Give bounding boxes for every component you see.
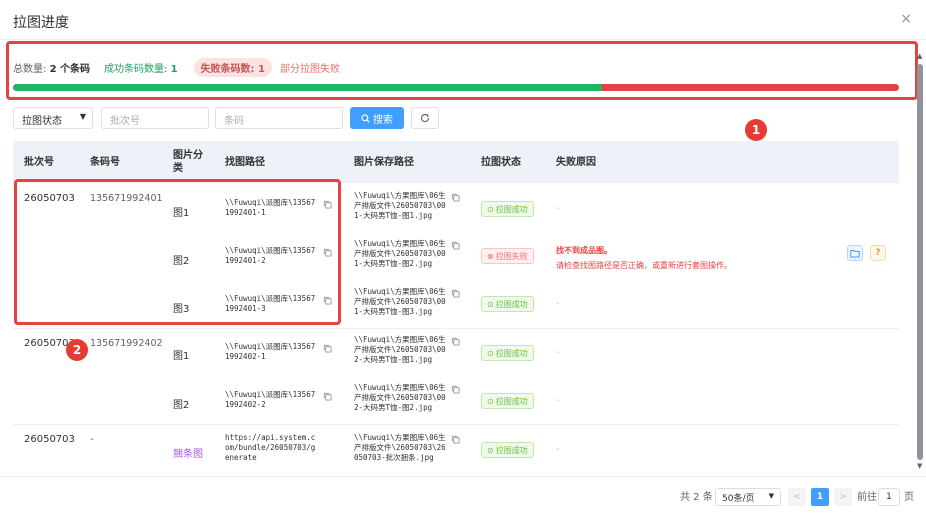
- copy-icon[interactable]: [323, 392, 332, 401]
- find-path-cell: https://api.system.c om/bundle/26050703/g…: [225, 433, 316, 462]
- reason-cell: -: [556, 203, 560, 214]
- th-find-path: 找图路径: [225, 156, 265, 168]
- check-circle-icon: ⊙: [487, 348, 494, 358]
- search-icon: [361, 113, 370, 123]
- status-tag: ⊙ 拉图成功: [481, 201, 534, 217]
- find-path-cell: \\Fuwuqi\派图库\13567 1992402-1: [225, 342, 316, 361]
- goto-label: 前往: [857, 492, 877, 503]
- th-barcode: 条码号: [90, 156, 120, 168]
- category-cell: 图2: [173, 400, 190, 411]
- barcode-cell: 135671992402: [90, 338, 163, 349]
- help-icon[interactable]: ?: [870, 245, 886, 261]
- reason-cell: -: [556, 395, 560, 406]
- batch-input[interactable]: 批次号: [101, 107, 209, 129]
- highlight-box-2: [14, 179, 341, 325]
- marker-badge-1: 1: [745, 119, 767, 141]
- barcode-cell: -: [90, 434, 94, 445]
- save-path-cell: \\Fuwuqi\方果图库\06生 产排版文件\26050703\00 1-大码男T…: [354, 239, 446, 268]
- scroll-down-icon[interactable]: ▼: [917, 462, 922, 470]
- category-cell: 捆条图: [173, 449, 203, 460]
- dialog-header: 拉图进度 ×: [0, 0, 926, 40]
- search-button[interactable]: 搜索: [350, 107, 404, 129]
- save-path-cell: \\Fuwuqi\方果图库\06生 产排版文件\26050703\00 1-大码男T…: [354, 191, 446, 220]
- copy-icon[interactable]: [451, 289, 460, 298]
- batch-cell: 26050703: [24, 434, 75, 445]
- fail-reason-desc: 请检查找图路径是否正确，或重新进行套图操作。: [556, 261, 732, 270]
- th-reason: 失败原因: [556, 156, 596, 168]
- refresh-button[interactable]: [411, 107, 439, 129]
- copy-icon[interactable]: [451, 337, 460, 346]
- table-header: 批次号 条码号 图片分类 找图路径 图片保存路径 拉图状态 失败原因: [13, 141, 899, 183]
- pagination: 共 2 条 50条/页 ▼ < 1 > 前往 1 页: [0, 476, 926, 515]
- prev-page-button[interactable]: <: [788, 488, 806, 506]
- copy-icon[interactable]: [323, 344, 332, 353]
- copy-icon[interactable]: [451, 385, 460, 394]
- chevron-down-icon: ▼: [768, 492, 774, 500]
- next-page-button[interactable]: >: [834, 488, 852, 506]
- page-size-select[interactable]: 50条/页 ▼: [715, 488, 781, 506]
- close-icon[interactable]: ×: [900, 11, 912, 27]
- save-path-cell: \\Fuwuqi\方果图库\06生 产排版文件\26050703\26 050703…: [354, 433, 446, 462]
- status-tag: ⊙ 拉图成功: [481, 442, 534, 458]
- th-category: 图片分类: [173, 150, 203, 174]
- x-circle-icon: ⊗: [487, 251, 494, 261]
- refresh-icon: [421, 113, 430, 123]
- copy-icon[interactable]: [451, 193, 460, 202]
- scroll-up-icon[interactable]: ▲: [917, 52, 922, 60]
- fail-reason-title: 找不到成品图。: [556, 246, 612, 255]
- status-tag: ⊙ 拉图成功: [481, 345, 534, 361]
- status-select[interactable]: 拉图状态 ▼: [13, 107, 93, 129]
- reason-cell: -: [556, 444, 560, 455]
- folder-icon: [850, 249, 860, 257]
- save-path-cell: \\Fuwuqi\方果图库\06生 产排版文件\26050703\00 1-大码男T…: [354, 287, 446, 316]
- save-path-cell: \\Fuwuqi\方果图库\06生 产排版文件\26050703\00 2-大码男T…: [354, 383, 446, 412]
- find-path-cell: \\Fuwuqi\派图库\13567 1992402-2: [225, 390, 316, 409]
- pull-progress-dialog: 拉图进度 × 总数量: 2 个条码 成功条码数量: 1 失败条码数: 1 部分拉…: [0, 0, 926, 515]
- chevron-down-icon: ▼: [79, 112, 86, 121]
- status-tag: ⊙ 拉图成功: [481, 393, 534, 409]
- scrollbar[interactable]: ▲ ▼: [917, 48, 923, 474]
- save-path-cell: \\Fuwuqi\方果图库\06生 产排版文件\26050703\00 2-大码男T…: [354, 335, 446, 364]
- check-circle-icon: ⊙: [487, 445, 494, 455]
- th-save-path: 图片保存路径: [354, 156, 414, 168]
- th-batch: 批次号: [24, 156, 54, 168]
- highlight-box-1: [6, 41, 918, 100]
- page-1-button[interactable]: 1: [811, 488, 829, 506]
- status-tag: ⊙ 拉图成功: [481, 296, 534, 312]
- category-cell: 图1: [173, 351, 190, 362]
- copy-icon[interactable]: [451, 435, 460, 444]
- total-count: 共 2 条: [680, 492, 713, 503]
- reason-cell: -: [556, 298, 560, 309]
- dialog-title: 拉图进度: [13, 15, 69, 31]
- page-unit: 页: [904, 492, 914, 503]
- open-folder-button[interactable]: [847, 245, 863, 261]
- th-status: 拉图状态: [481, 156, 521, 168]
- marker-badge-2: 2: [66, 339, 88, 361]
- scrollbar-thumb[interactable]: [917, 64, 923, 460]
- status-select-value: 拉图状态: [22, 116, 62, 127]
- goto-page-input[interactable]: 1: [878, 488, 900, 506]
- check-circle-icon: ⊙: [487, 299, 494, 309]
- check-circle-icon: ⊙: [487, 204, 494, 214]
- search-label: 搜索: [373, 114, 393, 126]
- reason-cell: -: [556, 347, 560, 358]
- status-tag-failed: ⊗ 拉图失败: [481, 248, 534, 264]
- barcode-input[interactable]: 条码: [215, 107, 343, 129]
- copy-icon[interactable]: [451, 241, 460, 250]
- check-circle-icon: ⊙: [487, 396, 494, 406]
